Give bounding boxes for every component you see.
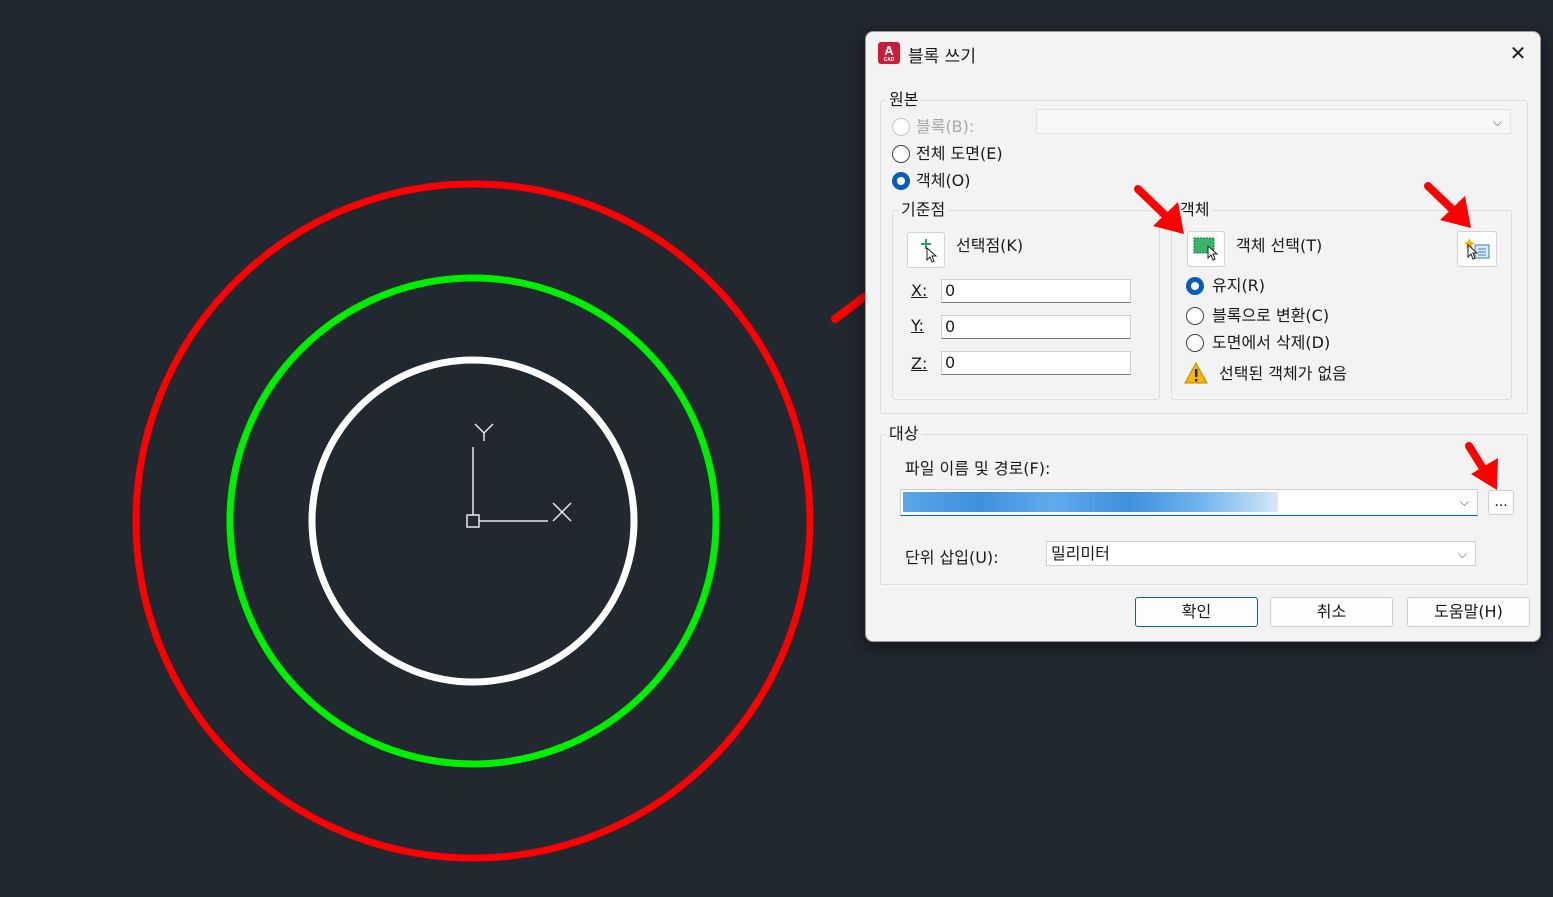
annotation-arrow bbox=[1134, 185, 1184, 234]
annotation-arrow bbox=[1465, 442, 1498, 490]
annotation-arrow bbox=[1424, 182, 1471, 228]
annotation-overlay bbox=[1134, 182, 1498, 490]
